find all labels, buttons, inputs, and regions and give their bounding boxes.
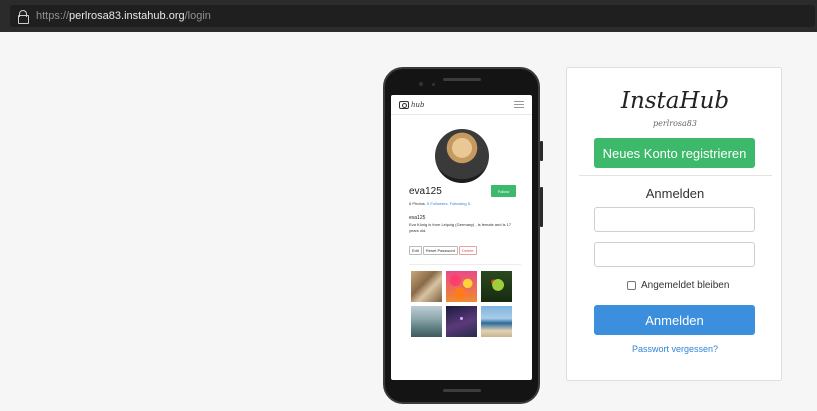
url-text: https://perlrosa83.instahub.org/login bbox=[36, 10, 211, 22]
camera-logo-icon bbox=[399, 100, 409, 109]
phone-speaker bbox=[443, 78, 481, 81]
register-button[interactable]: Neues Konto registrieren bbox=[594, 138, 755, 168]
bio-name: eva125 bbox=[409, 215, 426, 221]
profile-actions: Edit Reset Password Delete bbox=[409, 246, 477, 255]
profile-stats: 6 Photos. 5 Followers. Following 5. bbox=[409, 201, 472, 206]
login-button[interactable]: Anmelden bbox=[594, 305, 755, 335]
lock-icon bbox=[18, 10, 29, 24]
login-heading: Anmelden bbox=[645, 186, 705, 201]
edit-button: Edit bbox=[409, 246, 422, 255]
preview-logo: hub bbox=[399, 100, 425, 109]
remember-me[interactable]: Angemeldet bleiben bbox=[627, 280, 729, 291]
login-panel: InstaHub perlrosa83 Neues Konto registri… bbox=[566, 67, 782, 381]
photo-thumbnail bbox=[446, 271, 477, 302]
photo-thumbnail bbox=[411, 271, 442, 302]
divider bbox=[409, 264, 521, 265]
preview-navbar: hub bbox=[391, 95, 532, 115]
phone-home-bar bbox=[443, 389, 481, 392]
forgot-password-link[interactable]: Passwort vergessen? bbox=[567, 344, 783, 354]
photo-thumbnail bbox=[411, 306, 442, 337]
phone-camera bbox=[419, 82, 423, 86]
profile-avatar bbox=[435, 129, 489, 183]
phone-screen: hub eva125 Follow 6 Photos. 5 Followers.… bbox=[391, 95, 532, 380]
reset-password-button: Reset Password bbox=[422, 246, 459, 255]
photo-thumbnail bbox=[481, 306, 512, 337]
photo-thumbnail bbox=[481, 271, 512, 302]
browser-address-bar: https://perlrosa83.instahub.org/login bbox=[0, 0, 817, 32]
remember-label: Angemeldet bleiben bbox=[641, 280, 730, 291]
brand-logo: InstaHub bbox=[620, 88, 730, 114]
panel-divider bbox=[579, 175, 772, 176]
password-input[interactable] bbox=[594, 242, 755, 267]
photo-thumbnail bbox=[446, 306, 477, 337]
username-input[interactable] bbox=[594, 207, 755, 232]
delete-button: Delete bbox=[459, 246, 477, 255]
phone-mockup: hub eva125 Follow 6 Photos. 5 Followers.… bbox=[383, 67, 543, 404]
photo-grid bbox=[411, 271, 512, 337]
url-field[interactable]: https://perlrosa83.instahub.org/login bbox=[10, 5, 815, 27]
bio-text: Eva König is from Leipzig (Germany) , is… bbox=[409, 222, 512, 233]
remember-checkbox[interactable] bbox=[627, 281, 636, 290]
subdomain-label: perlrosa83 bbox=[653, 119, 697, 128]
profile-username: eva125 bbox=[409, 186, 442, 197]
follow-button: Follow bbox=[491, 185, 516, 197]
hamburger-menu-icon bbox=[514, 101, 524, 108]
